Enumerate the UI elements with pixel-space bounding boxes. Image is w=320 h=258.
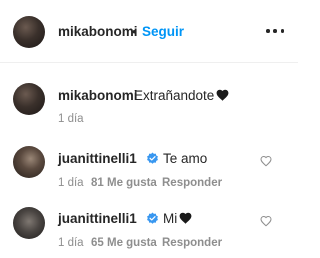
comment-text: Mi [163,211,193,226]
caption-username[interactable]: mikabonomi [58,88,138,103]
verified-badge-icon [147,212,158,224]
comment-text: Te amo [163,151,208,166]
follow-button[interactable]: Seguir [142,24,184,39]
header-separator: • [132,24,137,39]
caption-timestamp[interactable]: 1 día [58,113,84,125]
caption-text: Extrañandote [134,88,230,103]
header-username[interactable]: mikabonomi [58,24,138,39]
comment-avatar[interactable] [13,207,45,239]
comment-avatar[interactable] [13,146,45,178]
reply-button[interactable]: Responder [162,177,222,189]
caption-avatar[interactable] [13,83,45,115]
author-avatar[interactable] [13,16,45,48]
comment-likes[interactable]: 65 Me gusta [91,237,157,249]
comment-timestamp[interactable]: 1 día [58,237,84,249]
verified-badge-icon [147,152,158,164]
comment-username[interactable]: juanittinelli1 [58,151,137,166]
reply-button[interactable]: Responder [162,237,222,249]
black-heart-emoji [179,212,192,224]
like-heart-icon[interactable] [260,155,272,167]
black-heart-emoji [216,89,229,101]
comment-username[interactable]: juanittinelli1 [58,211,137,226]
post-header: mikabonomi • Seguir [0,0,298,63]
comment-timestamp[interactable]: 1 día [58,177,84,189]
more-options-icon[interactable] [266,24,284,38]
comment-likes[interactable]: 81 Me gusta [91,177,157,189]
like-heart-icon[interactable] [260,215,272,227]
